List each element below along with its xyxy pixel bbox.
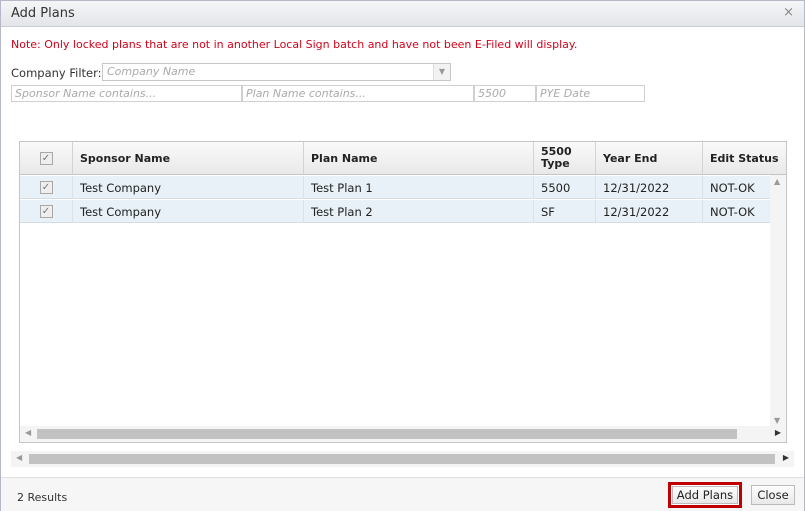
type-search-input[interactable]: 5500 xyxy=(474,85,536,102)
close-icon[interactable]: × xyxy=(783,5,794,20)
scroll-right-arrow-icon[interactable]: ▶ xyxy=(775,428,781,437)
row-select-cell[interactable]: ✓ xyxy=(20,176,73,199)
year-end-cell: 12/31/2022 xyxy=(596,176,703,199)
type-cell: SF xyxy=(534,200,596,223)
row-select-cell[interactable]: ✓ xyxy=(20,200,73,223)
sponsor-name-cell: Test Company xyxy=(73,200,304,223)
add-plans-dialog: Add Plans × Note: Only locked plans that… xyxy=(0,0,805,511)
column-header-plan-name[interactable]: Plan Name xyxy=(304,142,534,174)
info-note: Note: Only locked plans that are not in … xyxy=(11,38,578,51)
add-plans-button-highlight[interactable]: Add Plans xyxy=(668,482,742,508)
plan-name-search-input[interactable]: Plan Name contains... xyxy=(242,85,474,102)
header-select-all[interactable]: ✓ xyxy=(20,142,73,174)
sponsor-name-search-input[interactable]: Sponsor Name contains... xyxy=(11,85,242,102)
edit-status-cell: NOT-OK xyxy=(710,204,755,219)
dialog-scroll-thumb[interactable] xyxy=(29,454,775,464)
dialog-horizontal-scrollbar[interactable]: ◀ ▶ xyxy=(11,451,794,467)
type-cell: 5500 xyxy=(534,176,596,199)
company-filter-combobox[interactable]: Company Name ▼ xyxy=(102,63,451,81)
table-row[interactable]: ✓ Test Company Test Plan 1 5500 12/31/20… xyxy=(20,176,770,199)
scroll-right-arrow-icon[interactable]: ▶ xyxy=(783,453,789,462)
company-filter-label: Company Filter: xyxy=(11,66,102,80)
sponsor-name-cell: Test Company xyxy=(73,176,304,199)
plan-name-cell: Test Plan 2 xyxy=(304,200,534,223)
table-row[interactable]: ✓ Test Company Test Plan 2 SF 12/31/2022… xyxy=(20,200,770,223)
close-button[interactable]: Close xyxy=(751,485,795,505)
year-end-cell: 12/31/2022 xyxy=(596,200,703,223)
grid-vertical-scrollbar[interactable]: ▲ ▼ xyxy=(770,175,786,427)
results-count: 2 Results xyxy=(17,491,68,504)
column-header-year-end[interactable]: Year End xyxy=(596,142,703,174)
scroll-up-arrow-icon[interactable]: ▲ xyxy=(774,177,780,186)
grid-scroll-thumb[interactable] xyxy=(37,429,737,439)
column-header-edit-status[interactable]: Edit Status xyxy=(703,142,786,174)
grid-horizontal-scrollbar[interactable]: ◀ ▶ xyxy=(20,426,786,442)
column-header-sponsor-name[interactable]: Sponsor Name xyxy=(73,142,304,174)
plan-name-cell: Test Plan 1 xyxy=(304,176,534,199)
column-header-5500-type-line2: Type xyxy=(541,157,570,170)
row-checkbox[interactable]: ✓ xyxy=(39,181,53,194)
plans-grid: ✓ Sponsor Name Plan Name 5500 Type Year … xyxy=(19,141,787,443)
dialog-title: Add Plans xyxy=(11,6,75,21)
add-plans-button[interactable]: Add Plans xyxy=(672,486,738,504)
scroll-left-arrow-icon[interactable]: ◀ xyxy=(16,453,22,462)
company-filter-placeholder: Company Name xyxy=(107,65,196,78)
row-checkbox[interactable]: ✓ xyxy=(39,205,53,218)
chevron-down-icon[interactable]: ▼ xyxy=(433,64,450,80)
dialog-footer: 2 Results Add Plans Close xyxy=(1,477,804,511)
scroll-left-arrow-icon[interactable]: ◀ xyxy=(25,428,31,437)
edit-status-cell: NOT-OK xyxy=(710,180,755,195)
grid-header: ✓ Sponsor Name Plan Name 5500 Type Year … xyxy=(20,142,786,175)
dialog-titlebar: Add Plans × xyxy=(1,1,804,27)
select-all-checkbox[interactable]: ✓ xyxy=(39,151,53,165)
scroll-down-arrow-icon[interactable]: ▼ xyxy=(774,416,780,425)
column-header-5500-type[interactable]: 5500 Type xyxy=(534,142,596,174)
pye-date-search-input[interactable]: PYE Date xyxy=(536,85,645,102)
